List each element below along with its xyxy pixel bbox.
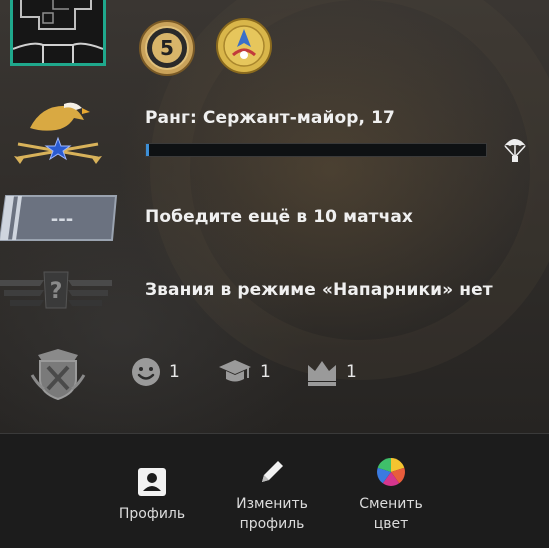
edit-profile-button[interactable]: Изменить профиль [217, 456, 327, 534]
rank-label: Ранг: Сержант-майор, 17 [145, 108, 395, 128]
graduation-cap-icon [219, 360, 251, 382]
avatar[interactable] [10, 0, 106, 66]
wingman-label: Звания в режиме «Напарники» нет [145, 280, 493, 300]
rank-progress-fill [146, 144, 150, 156]
commend-friendly-count: 1 [169, 362, 180, 382]
operation-coin-icon[interactable] [215, 17, 273, 75]
edit-profile-label: Изменить профиль [236, 496, 308, 532]
change-color-button[interactable]: Сменить цвет [336, 456, 446, 534]
commend-teacher-count: 1 [260, 362, 271, 382]
commend-friendly[interactable]: 1 [131, 357, 180, 387]
commend-teacher[interactable]: 1 [218, 357, 271, 387]
smiley-icon [132, 358, 160, 386]
bottom-action-bar: Профиль Изменить профиль Сменить цвет [0, 433, 549, 548]
service-medal-icon[interactable] [30, 345, 86, 405]
competitive-label: Победите ещё в 10 матчах [145, 207, 413, 227]
competitive-badge-text: --- [51, 209, 73, 230]
medal-5-text: 5 [160, 36, 174, 60]
crown-icon [308, 361, 336, 386]
wingman-unranked-icon: ? [0, 268, 112, 316]
wingman-badge-text: ? [50, 279, 63, 304]
skill-group-unranked-icon: --- [0, 194, 118, 246]
rank-progress-bar [145, 143, 487, 157]
avatar-map-icon [12, 0, 104, 63]
five-year-coin-icon[interactable]: 5 [138, 19, 196, 77]
change-color-label: Сменить цвет [359, 496, 423, 532]
pencil-icon [262, 461, 283, 482]
profile-label: Профиль [118, 506, 186, 522]
profile-button[interactable]: Профиль [97, 466, 207, 524]
eagle-rank-icon [12, 98, 104, 172]
commend-leader-count: 1 [346, 362, 357, 382]
parachute-icon[interactable] [503, 135, 527, 167]
commend-leader[interactable]: 1 [306, 357, 357, 387]
color-wheel-icon [377, 458, 405, 486]
profile-icon [138, 468, 166, 496]
